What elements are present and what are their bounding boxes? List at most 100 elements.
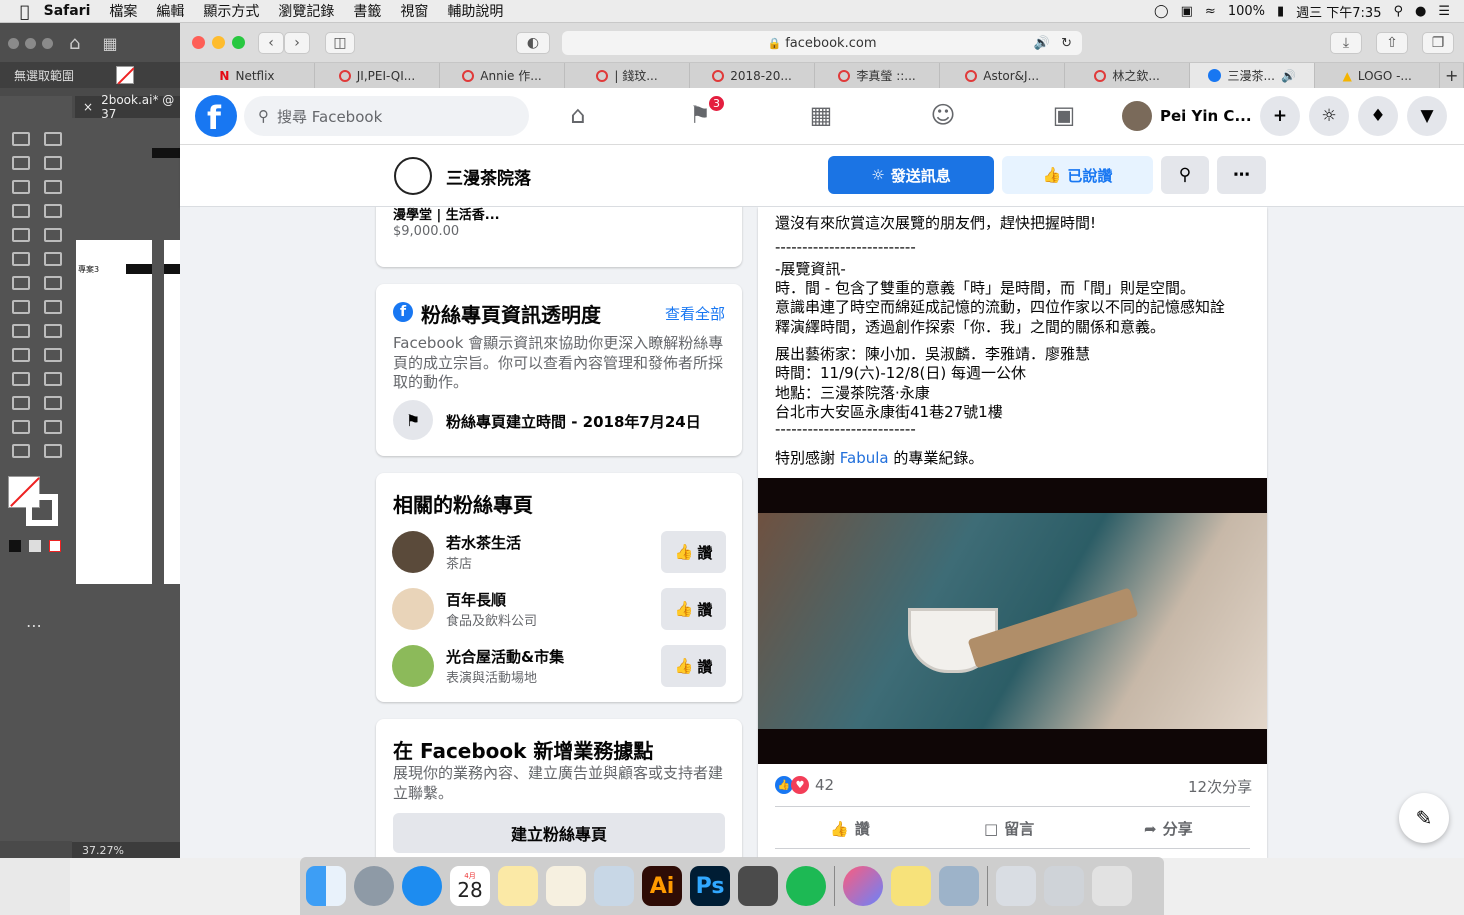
input-method-icon[interactable]: ▣ (1181, 4, 1193, 19)
preview-icon[interactable] (939, 866, 979, 906)
calendar-icon[interactable]: 4月 28 (450, 866, 490, 906)
menu-bookmarks[interactable]: 書籤 (353, 1, 381, 21)
reload-icon[interactable]: ↻ (1061, 36, 1072, 51)
audio-icon[interactable]: 🔊 (1281, 69, 1296, 83)
clock[interactable]: 週三 下午7:35 (1296, 2, 1381, 21)
window-zoom-icon[interactable] (232, 36, 245, 49)
free-transform-tool-icon[interactable] (44, 300, 62, 314)
window-close-icon[interactable] (8, 37, 19, 49)
create-page-button[interactable]: 建立粉絲專頁 (393, 813, 725, 853)
liked-button[interactable]: 👍 已說讚 (1002, 156, 1153, 194)
selection-tool-icon[interactable] (12, 132, 30, 146)
doc-close-icon[interactable]: × (83, 100, 93, 114)
menu-file[interactable]: 檔案 (109, 1, 137, 21)
safari-icon[interactable] (402, 866, 442, 906)
width-tool-icon[interactable] (12, 300, 30, 314)
photoshop-icon[interactable]: Ps (690, 866, 730, 906)
address-bar[interactable]: 🔒 facebook.com 🔊 ↻ (562, 31, 1082, 55)
tab-item[interactable]: ▲ LOGO -... (1315, 63, 1441, 88)
tab-item[interactable]: JI,PEI-QI... (315, 63, 440, 88)
launchpad-icon[interactable] (354, 866, 394, 906)
final-cut-icon[interactable] (738, 866, 778, 906)
illustrator-doc-tab[interactable]: × 2book.ai* @ 37 (75, 93, 180, 121)
eyedropper-tool-icon[interactable] (12, 372, 30, 386)
color-mode-icon[interactable] (9, 540, 21, 552)
share-button[interactable]: ➦ 分享 (1144, 818, 1193, 839)
music-icon[interactable] (843, 866, 883, 906)
window-minimize-icon[interactable] (212, 36, 225, 49)
mesh-tool-icon[interactable] (12, 348, 30, 362)
artboard[interactable] (164, 240, 180, 584)
keynote-icon[interactable] (594, 866, 634, 906)
stroke-color-icon[interactable] (26, 494, 58, 526)
related-page-item[interactable]: 百年長順 食品及飲料公司 👍 讚 (392, 588, 726, 630)
paintbrush-tool-icon[interactable] (44, 228, 62, 242)
reaction-summary[interactable]: 👍 ♥ 42 (775, 776, 834, 794)
line-tool-icon[interactable] (44, 204, 62, 218)
gradient-tool-icon[interactable] (44, 348, 62, 362)
apple-icon[interactable]:  (20, 2, 30, 21)
page-name[interactable]: 三漫茶院落 (446, 164, 531, 189)
related-page-item[interactable]: 光合屋活動&市集 表演與活動場地 👍 讚 (392, 645, 726, 687)
illustrator-icon[interactable]: Ai (642, 866, 682, 906)
none-mode-icon[interactable] (49, 540, 61, 552)
spotlight-icon[interactable]: ⚲ (1393, 4, 1403, 19)
like-page-button[interactable]: 👍 讚 (661, 531, 726, 573)
menu-edit[interactable]: 編輯 (156, 1, 184, 21)
menu-view[interactable]: 顯示方式 (203, 1, 259, 21)
profile-link[interactable]: Pei Yin C... (1122, 100, 1252, 132)
tab-netflix[interactable]: N Netflix (180, 63, 315, 88)
gaming-icon[interactable]: ▣ (1049, 100, 1079, 130)
magic-wand-tool-icon[interactable] (12, 156, 30, 170)
page-search-icon[interactable]: ⚲ (1161, 156, 1209, 194)
hand-tool-icon[interactable] (12, 444, 30, 458)
slice-tool-icon[interactable] (44, 420, 62, 434)
shaper-tool-icon[interactable] (12, 252, 30, 266)
more-tools-icon[interactable]: ⋯ (26, 616, 42, 635)
rotate-tool-icon[interactable] (12, 276, 30, 290)
send-message-button[interactable]: ☼ 發送訊息 (828, 156, 994, 194)
comment-button[interactable]: □ 留言 (984, 818, 1034, 839)
home-icon[interactable]: ⌂ (69, 33, 80, 54)
battery-icon[interactable]: ▮ (1277, 4, 1284, 19)
privacy-shield-icon[interactable]: ◐ (516, 32, 550, 54)
artboard-tool-icon[interactable] (12, 420, 30, 434)
menu-history[interactable]: 瀏覽記錄 (278, 1, 334, 21)
menu-window[interactable]: 視窗 (400, 1, 428, 21)
menu-help[interactable]: 輔助說明 (447, 1, 503, 21)
sketch-icon[interactable] (546, 866, 586, 906)
creative-cloud-icon[interactable]: ◯ (1154, 4, 1169, 19)
more-options-icon[interactable]: ⋯ (1217, 156, 1266, 194)
downloads-icon[interactable]: ⤓ (1330, 32, 1362, 54)
tab-item[interactable]: | 錢玟... (565, 63, 691, 88)
window-minimize-icon[interactable] (25, 37, 36, 49)
messenger-icon[interactable]: ☼ (1309, 96, 1349, 136)
trash-icon[interactable] (1092, 866, 1132, 906)
forward-icon[interactable]: › (284, 32, 310, 54)
marketplace-icon[interactable]: ▦ (806, 100, 836, 130)
account-menu-icon[interactable]: ▼ (1407, 96, 1447, 136)
menu-app-name[interactable]: Safari (44, 3, 91, 19)
share-icon[interactable]: ⇧ (1376, 32, 1408, 54)
symbol-sprayer-tool-icon[interactable] (12, 396, 30, 410)
mention-link[interactable]: Fabula (840, 449, 889, 467)
scale-tool-icon[interactable] (44, 276, 62, 290)
notifications-bell-icon[interactable]: ♦ (1358, 96, 1398, 136)
tab-item[interactable]: 李真瑩 ::... (815, 63, 941, 88)
shape-builder-tool-icon[interactable] (12, 324, 30, 338)
tab-item[interactable]: Annie 作... (440, 63, 566, 88)
tab-item[interactable]: 林之欽... (1065, 63, 1191, 88)
lasso-tool-icon[interactable] (44, 156, 62, 170)
direct-selection-tool-icon[interactable] (44, 132, 62, 146)
workspace-icon[interactable]: ▦ (102, 34, 117, 53)
fill-swatch-icon[interactable] (116, 66, 135, 85)
tab-active[interactable]: 三漫茶... 🔊 (1190, 63, 1316, 88)
perspective-grid-tool-icon[interactable] (44, 324, 62, 338)
facebook-search-input[interactable]: ⚲ 搜尋 Facebook (244, 96, 529, 136)
product-card[interactable]: 漫學堂 | 生活香... $9,000.00 (376, 198, 742, 267)
blend-tool-icon[interactable] (44, 372, 62, 386)
tab-overview-icon[interactable]: ❐ (1422, 32, 1454, 54)
stickies-icon[interactable] (891, 866, 931, 906)
notification-center-icon[interactable]: ☰ (1438, 4, 1450, 19)
artboard[interactable]: 專案3 (76, 240, 152, 584)
